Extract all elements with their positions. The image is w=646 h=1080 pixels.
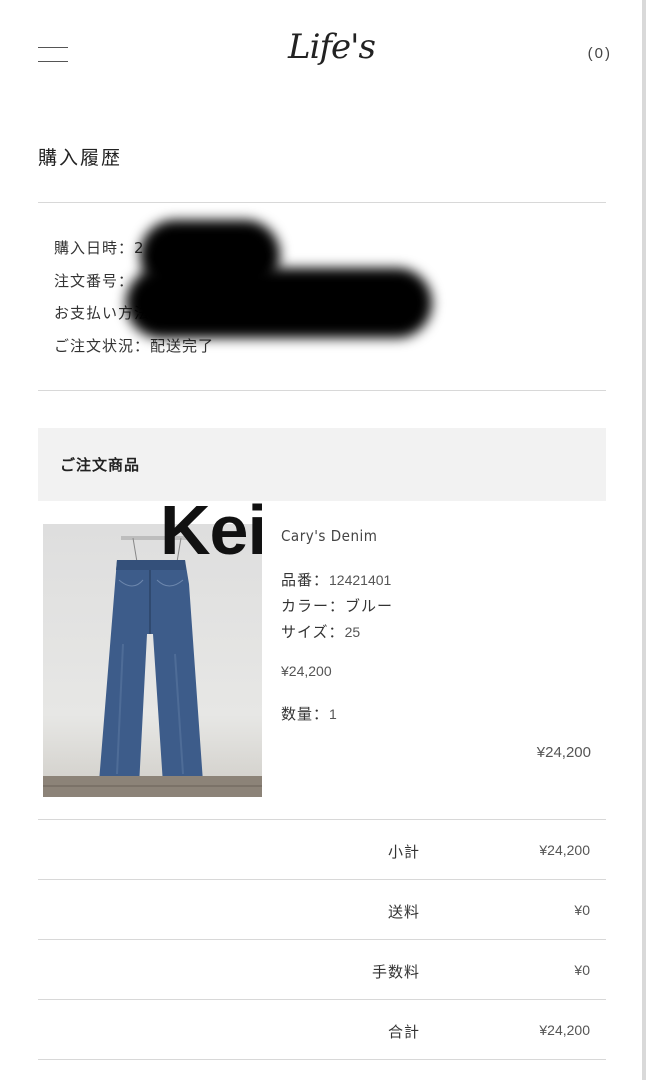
quantity-label: 数量： (281, 705, 330, 723)
divider (38, 390, 606, 391)
summary-label: 送料 (387, 903, 420, 921)
order-date-label: 購入日時： (54, 239, 135, 257)
order-date-value: 2 (134, 239, 145, 257)
size-value: 25 (344, 624, 361, 640)
payment-method-row: お支払い方法： (54, 302, 594, 335)
quantity-value: 1 (329, 706, 337, 722)
summary-amount: ¥24,200 (539, 842, 590, 858)
summary-row-fee: 手数料 ¥0 (38, 940, 606, 1000)
cart-count[interactable]: (0) (572, 45, 612, 62)
order-status-value: 配送完了 (150, 336, 215, 355)
order-status-row: ご注文状況：配送完了 (54, 335, 594, 368)
ordered-items-header: ご注文商品 (38, 428, 606, 501)
divider (38, 1059, 606, 1060)
color-label: カラー： (281, 597, 346, 615)
watermark-text: Kei (160, 491, 267, 569)
brand-logo[interactable]: Life's (288, 22, 376, 72)
page-title: 購入履歴 (38, 147, 123, 169)
ordered-items-title: ご注文商品 (60, 456, 141, 474)
order-number-label: 注文番号： (54, 271, 135, 290)
hamburger-menu-icon[interactable] (38, 45, 70, 65)
color-value: ブルー (345, 597, 394, 615)
summary-label: 合計 (387, 1023, 420, 1041)
order-info: 購入日時：2 注文番号： お支払い方法： ご注文状況：配送完了 (54, 237, 594, 367)
summary-label: 小計 (387, 843, 420, 861)
right-edge-border (642, 0, 646, 1080)
summary-amount: ¥24,200 (539, 1022, 590, 1038)
product-line-total: ¥24,200 (536, 744, 591, 761)
product-size: サイズ：25 (281, 621, 360, 642)
summary-amount: ¥0 (574, 962, 590, 978)
product-color: カラー：ブルー (281, 595, 393, 616)
size-label: サイズ： (281, 623, 345, 641)
summary-label: 手数料 (371, 963, 420, 981)
site-header: Life's (0) (0, 0, 642, 110)
product-quantity: 数量：1 (281, 703, 337, 724)
sku-label: 品番： (281, 571, 330, 589)
summary-row-subtotal: 小計 ¥24,200 (38, 820, 606, 880)
summary-row-total: 合計 ¥24,200 (38, 1000, 606, 1060)
order-number-row: 注文番号： (54, 270, 594, 303)
product-unit-price: ¥24,200 (281, 663, 332, 679)
divider (38, 202, 606, 203)
order-date-row: 購入日時：2 (54, 237, 594, 270)
payment-method-label: お支払い方法： (54, 304, 167, 322)
product-sku: 品番：12421401 (281, 569, 391, 590)
product-name[interactable]: Cary's Denim (281, 527, 377, 545)
sku-value: 12421401 (329, 572, 392, 588)
summary-amount: ¥0 (574, 902, 590, 918)
order-status-label: ご注文状況： (54, 336, 151, 355)
summary-row-shipping: 送料 ¥0 (38, 880, 606, 940)
